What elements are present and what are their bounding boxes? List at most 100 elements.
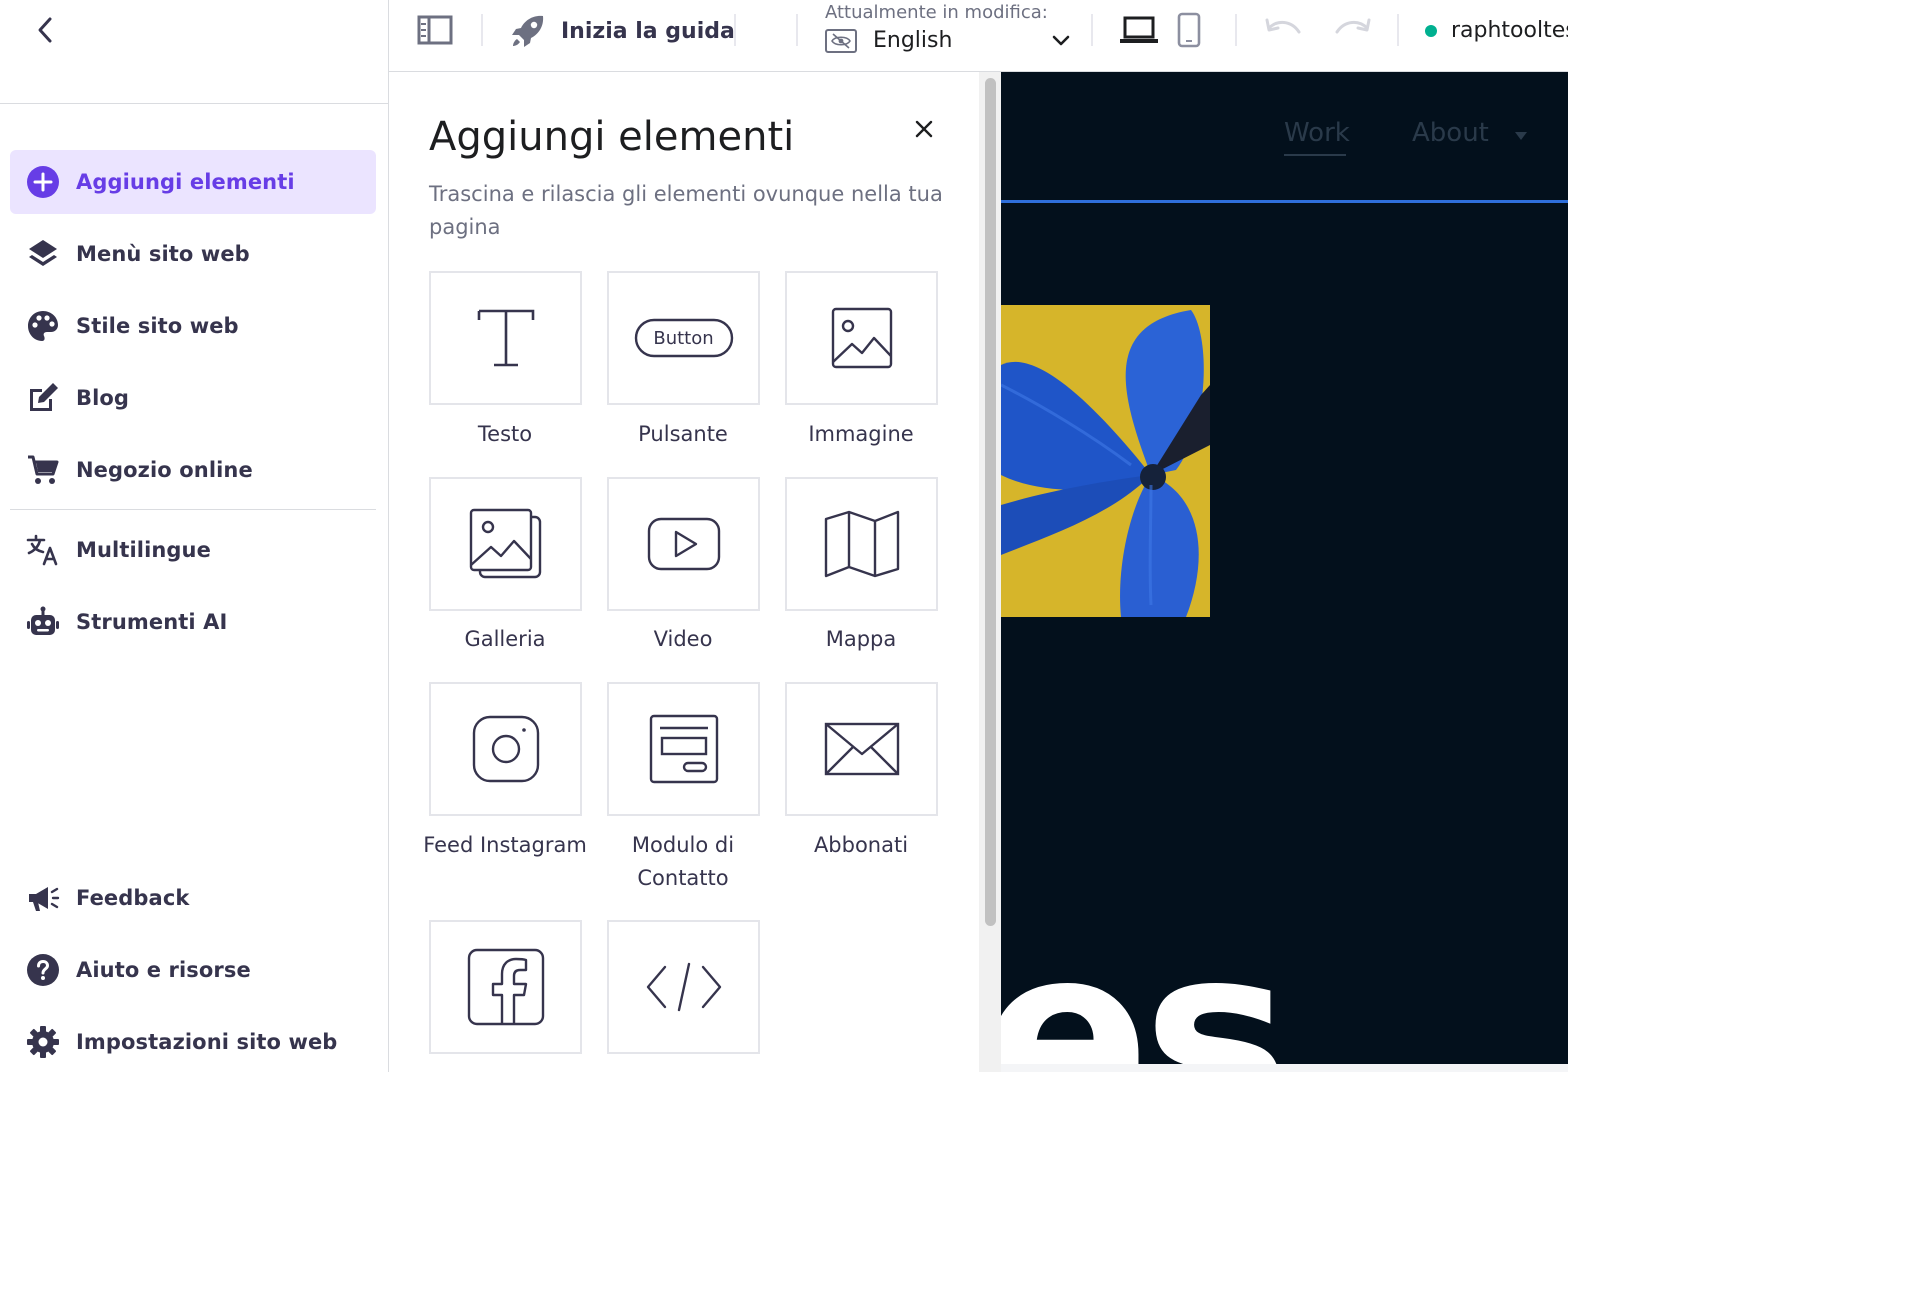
toolbar-separator xyxy=(796,14,798,46)
add-elements-panel: Aggiungi elementi Trascina e rilascia gl… xyxy=(389,72,1001,1072)
panel-scrollbar-thumb[interactable] xyxy=(985,78,996,926)
element-tile-label: Mappa xyxy=(825,627,897,651)
panel-subtitle: Trascina e rilascia gli elementi ovunque… xyxy=(429,182,943,239)
caret-down-icon xyxy=(1515,132,1527,140)
element-tile-label: Testo xyxy=(477,422,533,446)
element-tile-label: Pulsante xyxy=(638,422,728,446)
element-tile-label: Galleria xyxy=(464,627,546,651)
section-selection-line xyxy=(1001,200,1568,203)
element-tile-label: Video xyxy=(653,627,713,651)
edit-icon xyxy=(26,381,60,415)
toolbar-separator xyxy=(481,14,483,46)
start-guide-label: Inizia la guida xyxy=(561,18,735,44)
video-icon xyxy=(647,517,720,571)
sidebar-divider xyxy=(0,103,389,104)
layers-icon xyxy=(26,237,60,271)
element-tile-video[interactable] xyxy=(607,477,760,611)
sidebar-item-label: Aiuto e risorse xyxy=(76,958,251,982)
sidebar-item-label: Negozio online xyxy=(76,458,253,482)
preview-flower-image[interactable] xyxy=(1001,305,1210,617)
sidebar-item-feedback[interactable]: Feedback xyxy=(10,866,376,930)
element-tile-instagram-feed[interactable] xyxy=(429,682,582,816)
preview-bottom-strip xyxy=(1001,1064,1568,1072)
element-tile-label: Feed Instagram xyxy=(423,833,587,857)
element-tile-label: Immagine xyxy=(808,422,914,446)
sidebar-item-label: Stile sito web xyxy=(76,314,239,338)
element-tile-button[interactable]: Button xyxy=(607,271,760,405)
site-status[interactable]: raphtooltest xyxy=(1425,18,1568,43)
preview-headline[interactable]: es xyxy=(1001,912,1291,1065)
contact-form-icon xyxy=(649,714,718,784)
element-tile-embed-code[interactable] xyxy=(607,920,760,1054)
translate-icon xyxy=(26,533,60,567)
undo-icon xyxy=(1265,18,1301,34)
code-icon xyxy=(646,962,721,1012)
element-tile-map[interactable] xyxy=(785,477,938,611)
preview-nav-underline xyxy=(1284,154,1346,156)
facebook-icon xyxy=(467,948,544,1026)
toolbar-separator xyxy=(1091,14,1093,46)
panel-title: Aggiungi elementi xyxy=(429,114,795,160)
element-tile-contact-form[interactable] xyxy=(607,682,760,816)
robot-icon xyxy=(26,605,60,639)
desktop-view-button[interactable] xyxy=(1119,14,1159,46)
redo-button[interactable] xyxy=(1333,18,1371,42)
element-tile-subscribe[interactable] xyxy=(785,682,938,816)
sidebar-item-ai-tools[interactable]: Strumenti AI xyxy=(10,590,376,654)
megaphone-icon xyxy=(26,881,60,915)
sidebar-item-label: Multilingue xyxy=(76,538,211,562)
back-button[interactable] xyxy=(28,12,62,48)
text-icon xyxy=(477,309,534,367)
element-tile-gallery[interactable] xyxy=(429,477,582,611)
element-tile-label: Modulo di Contatto xyxy=(631,833,735,890)
instagram-icon xyxy=(472,715,539,783)
website-preview[interactable]: Work About es xyxy=(1001,72,1568,1064)
laptop-icon xyxy=(1120,16,1158,43)
sidebar-divider xyxy=(10,509,376,510)
image-icon xyxy=(831,307,892,369)
close-icon xyxy=(915,120,933,138)
sidebar-item-website-menu[interactable]: Menù sito web xyxy=(10,222,376,286)
toolbar-separator xyxy=(734,14,736,46)
preview-nav-about[interactable]: About xyxy=(1412,118,1489,148)
preview-nav-work[interactable]: Work xyxy=(1284,118,1350,148)
element-tile-image[interactable] xyxy=(785,271,938,405)
palette-icon xyxy=(26,309,60,343)
sidebar-item-label: Strumenti AI xyxy=(76,610,228,634)
element-tile-label: Abbonati xyxy=(813,833,909,857)
sidebar-layout-icon xyxy=(417,15,453,45)
close-panel-button[interactable] xyxy=(907,112,941,146)
sidebar-item-label: Blog xyxy=(76,386,130,410)
element-tile-facebook[interactable] xyxy=(429,920,582,1054)
sidebar-item-help[interactable]: Aiuto e risorse xyxy=(10,938,376,1002)
current-language: English xyxy=(873,28,953,53)
rocket-icon xyxy=(512,15,544,47)
top-toolbar: Inizia la guida Attualmente in modifica:… xyxy=(389,0,1568,72)
start-guide-button[interactable]: Inizia la guida xyxy=(509,12,735,50)
gear-icon xyxy=(26,1025,60,1059)
language-selector[interactable]: English xyxy=(825,28,1070,53)
hidden-eye-icon xyxy=(825,28,857,53)
map-icon xyxy=(824,510,899,578)
sidebar-item-website-style[interactable]: Stile sito web xyxy=(10,294,376,358)
undo-button[interactable] xyxy=(1265,18,1303,42)
sidebar-item-label: Aggiungi elementi xyxy=(76,170,295,194)
sidebar-item-add-elements[interactable]: Aggiungi elementi xyxy=(10,150,376,214)
chevron-left-icon xyxy=(38,17,52,43)
sidebar-item-label: Menù sito web xyxy=(76,242,250,266)
chevron-down-icon xyxy=(1053,35,1070,45)
editing-caption: Attualmente in modifica: xyxy=(825,2,1048,23)
site-name: raphtooltest xyxy=(1451,18,1568,43)
sidebar-item-blog[interactable]: Blog xyxy=(10,366,376,430)
toolbar-separator xyxy=(1397,14,1399,46)
help-icon xyxy=(26,953,60,987)
sidebar-item-multilingual[interactable]: Multilingue xyxy=(10,518,376,582)
toggle-sidebar-button[interactable] xyxy=(417,14,453,46)
left-sidebar: Aggiungi elementi Menù sito web Stile si… xyxy=(0,0,389,1072)
sidebar-item-website-settings[interactable]: Impostazioni sito web xyxy=(10,1010,376,1074)
mobile-view-button[interactable] xyxy=(1177,12,1201,48)
sidebar-item-label: Feedback xyxy=(76,886,190,910)
gallery-icon xyxy=(469,508,541,579)
sidebar-item-online-store[interactable]: Negozio online xyxy=(10,438,376,502)
element-tile-text[interactable] xyxy=(429,271,582,405)
